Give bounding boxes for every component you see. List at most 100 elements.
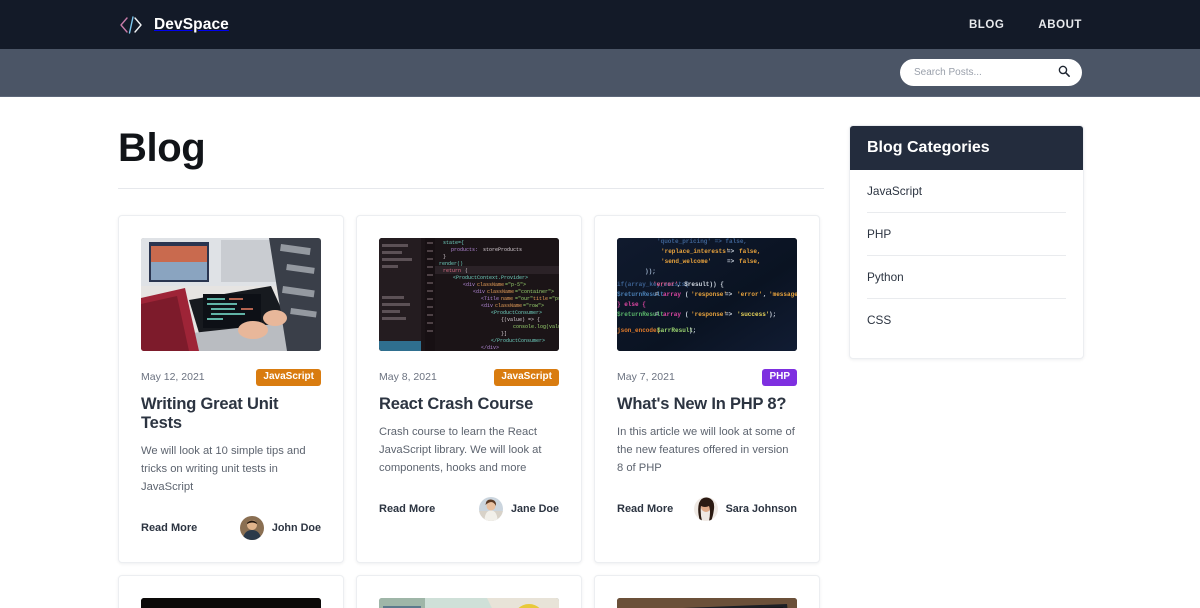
svg-text:(: (: [465, 268, 468, 274]
post-excerpt: We will look at 10 simple tips and trick…: [141, 445, 306, 494]
svg-text:className: className: [487, 289, 514, 295]
post-author: Jane Doe: [478, 497, 559, 522]
read-more-link[interactable]: Read More: [141, 522, 197, 534]
svg-text:array: array: [663, 311, 681, 318]
svg-text:className: className: [495, 303, 522, 309]
svg-text:=>: =>: [725, 291, 733, 298]
svg-text:'message': 'message': [769, 291, 797, 298]
svg-text:<Title: <Title: [481, 296, 499, 302]
svg-text:="row">: ="row">: [523, 303, 544, 309]
post-card[interactable]: CODE: [356, 575, 582, 608]
svg-text:array: array: [663, 291, 681, 298]
svg-text:="p-5">: ="p-5">: [505, 282, 526, 288]
svg-text:render(): render(): [439, 261, 463, 267]
svg-text:="container">: ="container">: [515, 289, 554, 295]
read-more-link[interactable]: Read More: [617, 503, 673, 515]
svg-text:title: title: [533, 296, 548, 302]
svg-text:false,: false,: [739, 248, 761, 255]
svg-text:="our": ="our": [515, 296, 533, 302]
post-thumbnail: [141, 238, 321, 351]
svg-text:return: return: [443, 268, 461, 274]
categories-list: JavaScript PHP Python CSS: [850, 170, 1083, 358]
post-author: Sara Johnson: [693, 497, 797, 522]
nav-link-blog[interactable]: BLOG: [969, 19, 1004, 31]
svg-text:, $result)) {: , $result)) {: [677, 281, 724, 288]
post-category-badge[interactable]: JavaScript: [256, 368, 321, 386]
search-input[interactable]: [914, 67, 1058, 78]
post-thumbnail: CODE: [379, 598, 559, 608]
sidebar-item-php[interactable]: PHP: [867, 213, 1066, 256]
post-title[interactable]: React Crash Course: [379, 395, 559, 414]
post-category-badge[interactable]: PHP: [762, 368, 797, 386]
main-content: Blog May 12, 2021 JavaScript Writing Gre…: [118, 97, 824, 608]
post-footer: Read More Sara Johnson: [617, 497, 797, 522]
author-name: John Doe: [271, 522, 321, 535]
post-card[interactable]: function init() { const app = require('e…: [594, 575, 820, 608]
svg-text:=>: =>: [725, 311, 733, 318]
svg-text:'error': 'error': [653, 281, 678, 288]
svg-text:'send_welcome': 'send_welcome': [661, 258, 711, 265]
search-icon: [1058, 65, 1070, 80]
svg-text:'response': 'response': [691, 311, 727, 318]
search-band: [0, 49, 1200, 97]
brand-logo-link[interactable]: DevSpace: [118, 14, 229, 36]
svg-text:(: (: [685, 291, 689, 298]
post-card[interactable]: 'quote_pricing' => false, 'replace_inter…: [594, 215, 820, 564]
svg-text:json_encode(: json_encode(: [617, 327, 660, 334]
read-more-link[interactable]: Read More: [379, 503, 435, 515]
svg-text:<div: <div: [481, 303, 493, 309]
post-title[interactable]: What's New In PHP 8?: [617, 395, 797, 414]
post-excerpt: In this article we will look at some of …: [617, 426, 795, 475]
sidebar-item-javascript[interactable]: JavaScript: [867, 170, 1066, 213]
svg-text:false,: false,: [739, 258, 761, 265]
avatar: [239, 516, 264, 541]
avatar: [693, 497, 718, 522]
post-category-badge[interactable]: JavaScript: [494, 368, 559, 386]
svg-text:'replace_interests': 'replace_interests': [661, 248, 729, 255]
title-divider: [118, 188, 824, 189]
page-title: Blog: [118, 126, 206, 170]
svg-text:{(value) => {: {(value) => {: [501, 317, 540, 323]
svg-text:=: =: [655, 311, 659, 318]
svg-text:<div: <div: [463, 282, 475, 288]
svg-text:=: =: [655, 291, 659, 298]
avatar: [478, 497, 503, 522]
post-title[interactable]: Writing Great Unit Tests: [141, 395, 321, 433]
svg-text:,: ,: [763, 291, 767, 298]
svg-text:));: ));: [645, 268, 656, 275]
svg-text:=>: =>: [727, 248, 735, 255]
post-date: May 7, 2021: [617, 371, 675, 383]
post-card[interactable]: state={ products: storeProducts } render…: [356, 215, 582, 564]
svg-text:} else {: } else {: [617, 301, 646, 308]
nav-link-about[interactable]: ABOUT: [1038, 19, 1082, 31]
blog-categories-widget: Blog Categories JavaScript PHP Python CS…: [849, 125, 1084, 359]
post-thumbnail: Python: [141, 598, 321, 608]
svg-text:state={: state={: [443, 240, 464, 246]
post-excerpt: Crash course to learn the React JavaScri…: [379, 426, 542, 475]
post-card[interactable]: Python: [118, 575, 344, 608]
svg-text:$arrResult: $arrResult: [657, 327, 693, 334]
svg-text:console.log(value): console.log(value): [513, 324, 559, 330]
svg-text:storeProducts: storeProducts: [483, 247, 522, 253]
post-meta: May 7, 2021 PHP: [617, 368, 797, 386]
sidebar-item-css[interactable]: CSS: [867, 299, 1066, 341]
post-card[interactable]: May 12, 2021 JavaScript Writing Great Un…: [118, 215, 344, 564]
post-grid: May 12, 2021 JavaScript Writing Great Un…: [118, 215, 824, 608]
post-date: May 12, 2021: [141, 371, 205, 383]
post-meta: May 8, 2021 JavaScript: [379, 368, 559, 386]
post-author: John Doe: [239, 516, 321, 541]
author-name: Jane Doe: [510, 503, 559, 516]
sidebar-item-python[interactable]: Python: [867, 256, 1066, 299]
author-name: Sara Johnson: [725, 503, 797, 516]
page-container: Blog May 12, 2021 JavaScript Writing Gre…: [0, 97, 1200, 608]
sidebar: Blog Categories JavaScript PHP Python CS…: [849, 125, 1084, 359]
svg-text:'response': 'response': [691, 291, 727, 298]
search-submit-button[interactable]: [1058, 65, 1070, 80]
svg-text:products:: products:: [451, 247, 478, 253]
svg-text:'quote_pricing' => false,: 'quote_pricing' => false,: [657, 238, 747, 245]
svg-text:name: name: [501, 296, 513, 302]
post-footer: Read More Jane Doe: [379, 497, 559, 522]
svg-text:}]: }]: [501, 331, 507, 337]
search-box[interactable]: [900, 59, 1082, 86]
post-thumbnail: state={ products: storeProducts } render…: [379, 238, 559, 351]
